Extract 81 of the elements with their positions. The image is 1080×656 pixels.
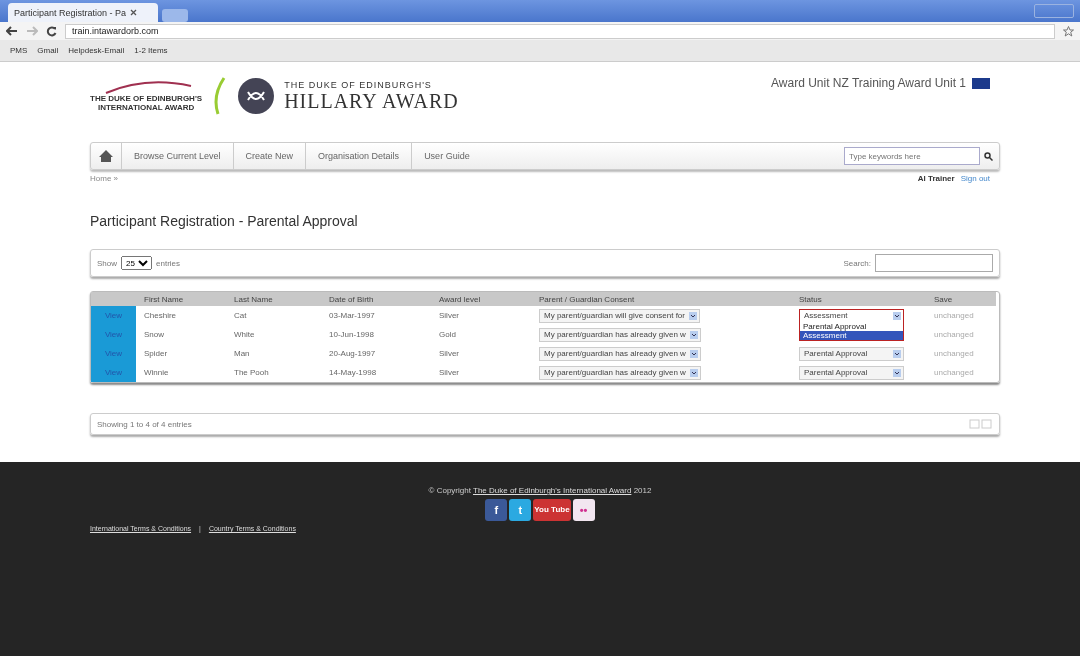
table-cell-text: unchanged [933, 310, 975, 322]
flag-icon [972, 77, 990, 89]
table-cell-text: Silver [438, 367, 460, 379]
nav-link[interactable]: Organisation Details [305, 143, 412, 169]
dropdown-arrow-icon [893, 311, 901, 320]
table-cell-text: The Pooh [233, 367, 270, 379]
table-cell-text: Gold [438, 329, 457, 341]
consent-select[interactable]: My parent/guardian has already given w [539, 327, 701, 342]
youtube-icon[interactable]: You Tube [533, 499, 571, 521]
reload-icon[interactable] [46, 25, 57, 37]
column-header[interactable]: Award level [431, 292, 531, 306]
table-cell-text: Silver [438, 310, 460, 322]
logo-subtitle: THE DUKE OF EDINBURGH'S [284, 79, 433, 90]
table-cell-text: Cat [233, 310, 248, 322]
consent-select[interactable]: My parent/guardian has already given w [539, 346, 701, 361]
table-cell-text: White [233, 329, 256, 341]
status-select[interactable]: Parental Approval [799, 346, 904, 361]
bookmark-link[interactable]: PMS [10, 46, 28, 55]
consent-select[interactable]: My parent/guardian has already given w [539, 365, 701, 380]
breadcrumb-link[interactable]: Home » [90, 174, 118, 183]
page-size-select[interactable]: 25 [121, 256, 152, 270]
table-cell-text: 14-May-1998 [328, 367, 378, 379]
dropdown-arrow-icon [893, 368, 901, 377]
table-cell-text: 20-Aug-1997 [328, 348, 377, 360]
table-cell-text: unchanged [933, 348, 975, 360]
table-cell-text: 03-Mar-1997 [328, 310, 376, 322]
user-name: Al Trainer [917, 174, 955, 183]
logo-title: HILLARY AWARD [284, 89, 459, 113]
table-info: Showing 1 to 4 of 4 entries [97, 419, 192, 429]
dropdown-arrow-icon [689, 349, 698, 358]
window-controls[interactable] [1034, 4, 1074, 18]
column-header[interactable]: Status [791, 292, 926, 306]
emblem-icon [238, 78, 275, 114]
browser-tab[interactable]: Participant Registration - Pa [8, 3, 158, 22]
search-label: Search: [843, 258, 871, 268]
bookmark-link[interactable]: Helpdesk-Email [68, 46, 125, 55]
table-cell-text: unchanged [933, 367, 975, 379]
address-bar[interactable]: train.intawardorb.com [65, 23, 1055, 39]
keyword-search-field[interactable]: Type keywords here [844, 147, 980, 165]
column-header[interactable]: First Name [136, 292, 226, 306]
international-award-logo: THE DUKE OF EDINBURGH'S INTERNATIONAL AWARD [90, 80, 203, 112]
column-header[interactable]: Date of Birth [321, 292, 431, 306]
dropdown-arrow-icon [688, 311, 697, 320]
table-cell-text: 10-Jun-1998 [328, 329, 375, 341]
award-unit-name: Award Unit NZ Training Award Unit 1 [771, 76, 966, 90]
close-icon[interactable] [130, 9, 138, 16]
page-title: Participant Registration - Parental Approval [90, 213, 359, 229]
header-cell [91, 292, 136, 306]
dropdown-arrow-icon [689, 330, 698, 339]
table-cell-text: Silver [438, 348, 460, 360]
flickr-icon[interactable]: •• [572, 499, 595, 521]
facebook-icon[interactable]: f [485, 499, 508, 521]
table-search-field[interactable] [875, 254, 993, 272]
bookmark-link[interactable]: 1-2 Items [134, 46, 168, 55]
status-select[interactable]: Parental Approval [799, 365, 904, 380]
dropdown-option[interactable]: Assessment [800, 331, 903, 340]
status-select[interactable]: Assessment [799, 308, 904, 323]
nav-link[interactable]: Browse Current Level [121, 143, 233, 169]
back-icon[interactable] [6, 26, 18, 36]
consent-select[interactable]: My parent/guardian will give consent for [539, 308, 700, 323]
copyright-text: © Copyright The Duke of Edinburgh's International Award 2012 [427, 486, 653, 495]
column-header[interactable]: Save [926, 292, 996, 306]
column-header[interactable]: Parent / Guardian Consent [531, 292, 791, 306]
bookmark-link[interactable]: Gmail [37, 46, 59, 55]
star-icon[interactable] [1063, 25, 1074, 37]
table-cell-text: unchanged [933, 329, 975, 341]
sign-out-link[interactable]: Sign out [960, 174, 990, 183]
table-cell-text: Man [233, 348, 251, 360]
column-header[interactable]: Last Name [226, 292, 321, 306]
nav-link[interactable]: User Guide [411, 143, 482, 169]
nav-link[interactable]: Create New [232, 143, 306, 169]
search-icon[interactable] [984, 151, 993, 161]
entries-label: entries [156, 258, 181, 268]
table-cell-text: Spider [143, 348, 169, 360]
dropdown-arrow-icon [689, 368, 698, 377]
award-link[interactable]: The Duke of Edinburgh's International Award [473, 486, 632, 495]
table-cell-text: Winnie [143, 367, 170, 379]
show-label: Show [97, 258, 117, 268]
table-cell-text: Cheshire [143, 310, 177, 322]
table-cell-text: Snow [143, 329, 165, 341]
dropdown-arrow-icon [893, 349, 901, 358]
